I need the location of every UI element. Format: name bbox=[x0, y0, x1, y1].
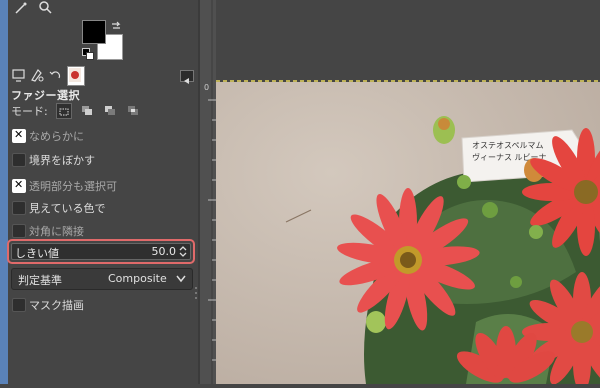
selection-intersect-icon bbox=[128, 106, 138, 115]
threshold-value[interactable]: 50.0 bbox=[152, 245, 177, 258]
dock-tabs bbox=[8, 66, 194, 86]
ruler-ticks: 0 bbox=[204, 0, 216, 384]
tab-images[interactable] bbox=[67, 66, 85, 86]
select-transparent-checkbox[interactable] bbox=[12, 178, 26, 193]
triangle-left-icon bbox=[184, 78, 189, 84]
magic-wand-icon[interactable] bbox=[14, 1, 58, 15]
svg-text:0: 0 bbox=[204, 83, 209, 92]
left-edge-strip bbox=[0, 0, 8, 384]
tab-device-status[interactable] bbox=[29, 66, 45, 84]
tool-options-icon bbox=[12, 69, 25, 82]
default-colors-bg-icon bbox=[86, 52, 94, 60]
mode-subtract-button[interactable] bbox=[103, 103, 117, 117]
select-by-combo[interactable]: 判定基準 Composite bbox=[11, 268, 193, 290]
foreground-color-swatch[interactable] bbox=[82, 20, 106, 44]
selection-replace-icon bbox=[59, 108, 69, 116]
mode-intersect-button[interactable] bbox=[126, 103, 140, 117]
tab-tool-options[interactable] bbox=[11, 66, 27, 84]
canvas-padding bbox=[216, 0, 600, 80]
image-canvas[interactable]: オステオスペルマム ヴィーナス ルビーナ bbox=[216, 82, 600, 384]
vertical-ruler[interactable]: 0 bbox=[200, 0, 216, 384]
sign-line-1: オステオスペルマム bbox=[472, 141, 543, 150]
select-by-label: 判定基準 bbox=[18, 274, 62, 287]
dock-menu-button[interactable] bbox=[180, 70, 194, 84]
tab-undo-history[interactable] bbox=[47, 66, 63, 84]
mode-replace-button[interactable] bbox=[56, 103, 72, 119]
sample-merged-checkbox[interactable] bbox=[12, 201, 26, 215]
fg-bg-color-selector bbox=[82, 20, 124, 60]
diagonal-neighbors-checkbox[interactable] bbox=[12, 224, 26, 238]
antialiasing-checkbox[interactable] bbox=[12, 128, 26, 143]
device-status-icon bbox=[31, 69, 44, 82]
undo-history-icon bbox=[49, 71, 61, 79]
draw-mask-checkbox[interactable] bbox=[12, 298, 26, 312]
threshold-spinscale[interactable]: しきい値 50.0 bbox=[11, 243, 191, 260]
selection-subtract-icon bbox=[105, 106, 115, 115]
feather-edges-label: 境界をぼかす bbox=[29, 154, 95, 167]
mode-add-button[interactable] bbox=[80, 103, 94, 117]
toolbox-icons bbox=[14, 0, 58, 14]
select-transparent-label: 透明部分も選択可 bbox=[29, 180, 117, 193]
mode-label: モード: bbox=[11, 105, 48, 118]
chevron-down-icon bbox=[176, 275, 186, 283]
flower-photo: オステオスペルマム ヴィーナス ルビーナ bbox=[216, 82, 600, 384]
feather-edges-checkbox[interactable] bbox=[12, 153, 26, 167]
spin-arrows-icon[interactable] bbox=[178, 245, 188, 258]
draw-mask-label: マスク描画 bbox=[29, 299, 84, 312]
image-thumbnail-icon bbox=[69, 68, 81, 82]
selection-add-icon bbox=[82, 106, 92, 115]
sample-merged-label: 見えている色で bbox=[29, 202, 106, 215]
threshold-label: しきい値 bbox=[15, 247, 59, 260]
antialiasing-label: なめらかに bbox=[29, 130, 84, 143]
select-by-value: Composite bbox=[108, 272, 167, 285]
swap-colors-icon[interactable] bbox=[110, 20, 122, 32]
tool-title: ファジー選択 bbox=[11, 89, 80, 102]
diagonal-neighbors-label: 対角に隣接 bbox=[29, 225, 84, 238]
